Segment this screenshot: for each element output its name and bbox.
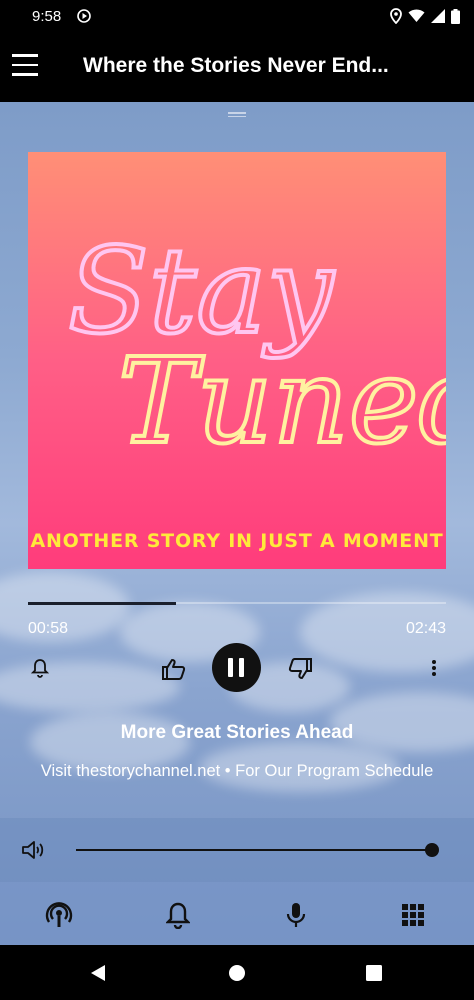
thumbs-up-icon[interactable]: [160, 655, 188, 683]
volume-icon[interactable]: [20, 838, 48, 862]
wifi-icon: [408, 9, 425, 22]
recents-icon[interactable]: [366, 965, 382, 981]
neon-script-graphic: Stay Tuned: [66, 220, 474, 472]
signal-icon: [431, 9, 445, 23]
now-playing-panel: Stay Tuned ANOTHER STORY IN JUST A MOMEN…: [0, 102, 474, 945]
volume-thumb[interactable]: [425, 843, 439, 857]
app-title: Where the Stories Never End...: [83, 54, 389, 77]
album-artwork: Stay Tuned ANOTHER STORY IN JUST A MOMEN…: [28, 152, 474, 569]
artwork-caption: ANOTHER STORY IN JUST A MOMENT: [30, 530, 444, 552]
bottom-nav: [0, 882, 474, 945]
pause-button[interactable]: [212, 643, 261, 692]
volume-row: [0, 818, 474, 882]
track-title: More Great Stories Ahead: [120, 722, 354, 743]
location-icon: [390, 8, 402, 24]
track-subtitle: Visit thestorychannel.net • For Our Prog…: [40, 762, 434, 780]
total-time: 02:43: [405, 620, 446, 637]
drag-handle[interactable]: [228, 112, 246, 118]
microphone-icon[interactable]: [284, 900, 308, 930]
battery-icon: [451, 8, 460, 24]
more-vert-icon[interactable]: [424, 656, 444, 680]
play-indicator-icon: [77, 9, 91, 23]
podcast-icon[interactable]: [44, 900, 74, 930]
progress-bar[interactable]: [28, 602, 446, 605]
status-bar: 9:58: [0, 0, 474, 34]
app-bar: Where the Stories Never End...: [0, 34, 474, 102]
home-icon[interactable]: [228, 964, 246, 982]
hamburger-menu-icon[interactable]: [12, 54, 38, 76]
elapsed-time: 00:58: [28, 620, 69, 637]
grid-icon[interactable]: [400, 902, 426, 928]
back-icon[interactable]: [89, 964, 107, 982]
script-line-2: Tuned: [118, 332, 446, 470]
volume-slider[interactable]: [76, 849, 432, 851]
alarm-icon[interactable]: [28, 656, 52, 680]
pause-icon: [228, 658, 233, 677]
progress-fill: [28, 602, 177, 605]
bell-icon[interactable]: [164, 900, 192, 930]
thumbs-down-icon[interactable]: [286, 655, 314, 683]
system-nav-bar: [0, 945, 474, 1000]
status-time: 9:58: [32, 8, 62, 25]
